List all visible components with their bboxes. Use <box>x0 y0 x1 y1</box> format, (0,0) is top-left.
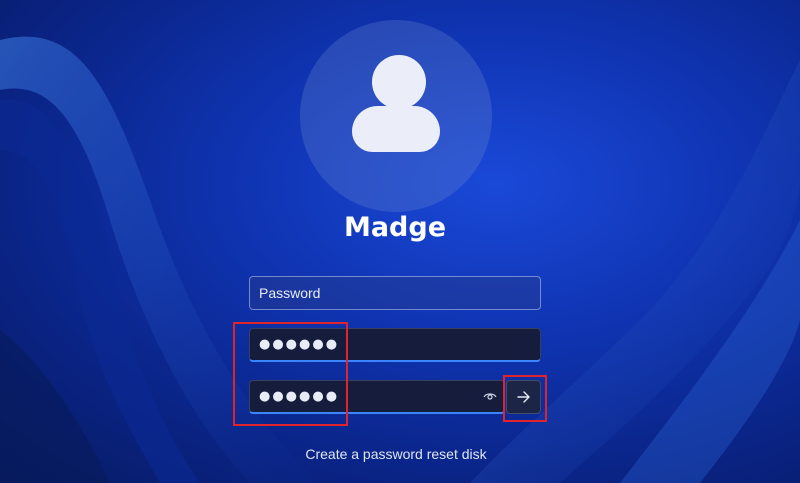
user-avatar <box>300 20 492 212</box>
password-hint-text: Password <box>259 285 321 301</box>
annotation-highlight-password-fields <box>233 322 348 426</box>
username-label: Madge <box>343 212 447 243</box>
avatar-head-shape <box>372 55 426 109</box>
create-reset-disk-link[interactable]: Create a password reset disk <box>0 446 792 462</box>
eye-icon[interactable] <box>483 389 497 403</box>
avatar-body-shape <box>352 106 440 152</box>
password-hint-field[interactable]: Password <box>249 276 541 310</box>
annotation-highlight-submit <box>503 375 547 422</box>
